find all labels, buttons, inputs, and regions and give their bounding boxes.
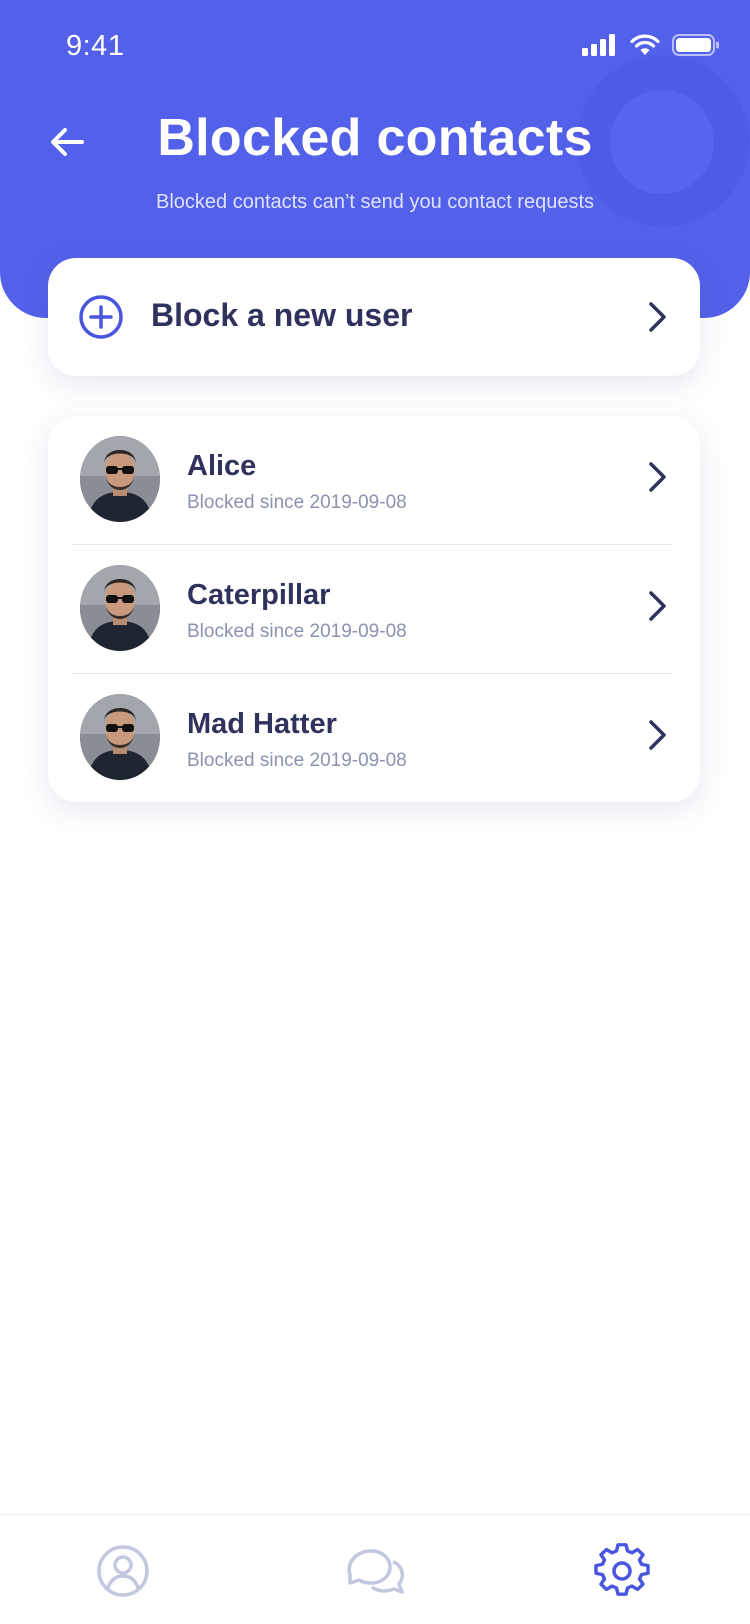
avatar [80,694,160,780]
status-bar: 9:41 [0,0,750,96]
tab-profile[interactable] [95,1543,151,1599]
list-item[interactable]: Alice Blocked since 2019-09-08 [48,416,700,544]
list-item[interactable]: Mad Hatter Blocked since 2019-09-08 [48,674,700,802]
avatar [80,436,160,522]
plus-circle-icon [79,295,123,339]
contact-name: Caterpillar [187,579,331,611]
blocked-since: Blocked since 2019-09-08 [187,750,407,771]
page-subtitle: Blocked contacts can’t send you contact … [155,191,595,213]
tab-chats[interactable] [344,1543,405,1599]
chevron-right-icon [649,720,666,750]
status-time: 9:41 [66,30,125,62]
status-icons [582,33,720,57]
chevron-right-icon [649,462,666,492]
chat-icon [347,1549,405,1594]
page-title: Blocked contacts [157,109,593,167]
block-new-user-button[interactable]: Block a new user [48,258,700,376]
contact-name: Mad Hatter [187,708,337,740]
profile-icon [97,1545,149,1597]
contact-name: Alice [187,450,257,482]
chevron-right-icon [649,591,666,621]
battery-icon [672,34,719,56]
list-item[interactable]: Caterpillar Blocked since 2019-09-08 [48,545,700,673]
tab-bar [0,1514,750,1624]
blocked-since: Blocked since 2019-09-08 [187,492,407,513]
blocked-contacts-list: Alice Blocked since 2019-09-08 Caterpill… [48,416,700,802]
chevron-right-icon [649,302,666,332]
wifi-icon [630,34,660,55]
signal-icon [582,34,615,56]
tab-settings[interactable] [594,1543,650,1599]
avatar [80,565,160,651]
blocked-since: Blocked since 2019-09-08 [187,621,407,642]
gear-icon [594,1543,650,1596]
block-new-user-label: Block a new user [151,297,413,333]
